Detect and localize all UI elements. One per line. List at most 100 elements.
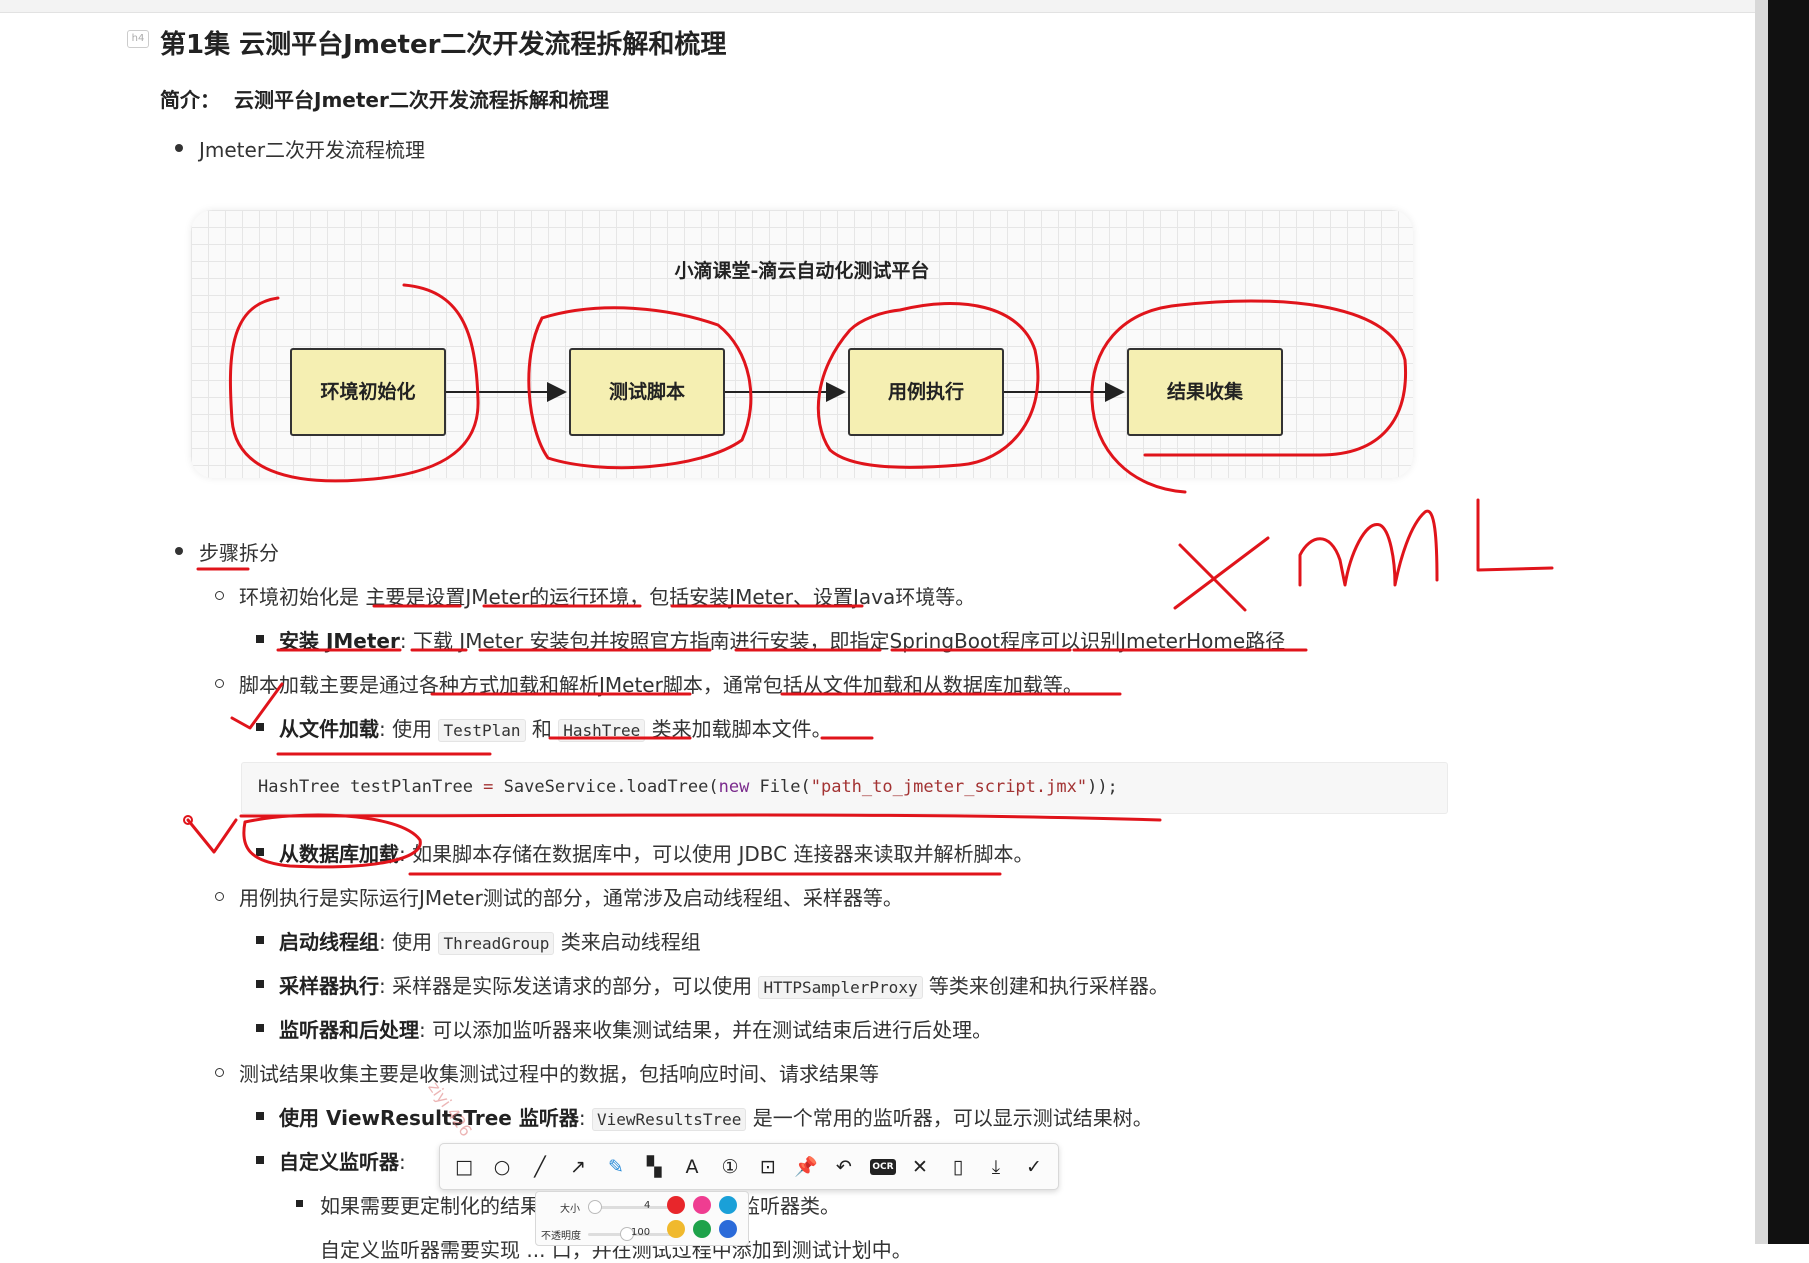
rectangle-tool-icon[interactable]: □ <box>450 1153 478 1181</box>
code-block[interactable]: HashTree testPlanTree = SaveService.load… <box>241 762 1448 814</box>
sub-bold: 从数据库加载 <box>279 842 399 866</box>
size-value: 4 <box>644 1200 651 1211</box>
step-case-exec: 用例执行是实际运行JMeter测试的部分，通常涉及启动线程组、采样器等。 <box>239 886 903 910</box>
sub-pre: : 使用 <box>379 930 439 954</box>
color-swatch[interactable] <box>719 1220 737 1238</box>
sub-rest: 等类来创建和执行采样器。 <box>922 974 1169 998</box>
bullet-square <box>256 848 264 856</box>
bullet-square <box>296 1200 303 1207</box>
bullet-circle <box>215 679 224 688</box>
opacity-label: 不透明度 <box>541 1231 581 1242</box>
scrollbar-track[interactable] <box>1755 0 1768 1244</box>
bullet-square <box>256 635 264 643</box>
sub-rest: : 可以添加监听器来收集测试结果，并在测试结束后进行后处理。 <box>419 1018 993 1042</box>
sub-pre: : 采样器是实际发送请求的部分，可以使用 <box>379 974 759 998</box>
sub-load-file: 从文件加载: 使用 TestPlan 和 HashTree 类来加载脚本文件。 <box>279 713 832 742</box>
page-title: 第1集 云测平台Jmeter二次开发流程拆解和梳理 <box>160 30 727 60</box>
sub-rest: 是一个常用的监听器，可以显示测试结果树。 <box>746 1106 1153 1130</box>
step-script-load: 脚本加载主要是通过各种方式加载和解析JMeter脚本，通常包括从文件加载和从数据… <box>239 673 1083 697</box>
sub-pre: : <box>578 1106 592 1130</box>
inline-code: ViewResultsTree <box>591 1108 747 1131</box>
sub-bold: 安装 JMeter <box>279 629 400 653</box>
sub-bold: 从文件加载 <box>279 717 379 741</box>
diagram-arrows <box>444 382 1125 402</box>
intro-line: 简介： 云测平台Jmeter二次开发流程拆解和梳理 <box>160 84 609 113</box>
sub-bold: 监听器和后处理 <box>279 1018 419 1042</box>
bullet-square <box>256 936 264 944</box>
sub-custom-listener: 自定义监听器: <box>279 1146 406 1175</box>
size-label: 大小 <box>560 1204 580 1215</box>
sub-load-db: 从数据库加载: 如果脚本存储在数据库中，可以使用 JDBC 连接器来读取并解析脚… <box>279 838 1033 867</box>
sub-pre: : 使用 <box>379 717 439 741</box>
box-env-init: 环境初始化 <box>290 348 446 436</box>
document-area: h4 第1集 云测平台Jmeter二次开发流程拆解和梳理 简介： 云测平台Jmet… <box>0 0 1750 1262</box>
sub-install-jmeter: 安装 JMeter: 下载 JMeter 安装包并按照官方指南进行安装，即指定S… <box>279 625 1285 654</box>
undo-tool-icon[interactable]: ↶ <box>830 1153 858 1181</box>
bullet-circle <box>215 591 224 600</box>
pin-image-tool-icon[interactable]: ⊡ <box>754 1153 782 1181</box>
bullet-square <box>256 1112 264 1120</box>
line-tool-icon[interactable]: ╱ <box>526 1153 554 1181</box>
number-tool-icon[interactable]: ① <box>716 1153 744 1181</box>
save-tool-icon[interactable]: ⤓ <box>982 1153 1010 1181</box>
opacity-value: 100 <box>631 1227 651 1238</box>
bullet-dot <box>175 547 183 555</box>
flow-diagram: 小滴课堂-滴云自动化测试平台 环境初始化 测试脚本 用例执行 结果收集 <box>191 210 1413 478</box>
sub-thread-group: 启动线程组: 使用 ThreadGroup 类来启动线程组 <box>279 926 701 955</box>
annotation-toolbar: □ ○ ╱ ↗ ✎ ▚ A ① ⊡ 📌 ↶ OCR ✕ ▯ ⤓ ✓ <box>439 1143 1059 1190</box>
text-tool-icon[interactable]: A <box>678 1153 706 1181</box>
sub-view-results-tree: 使用 ViewResultsTree 监听器: ViewResultsTree … <box>279 1102 1153 1131</box>
size-slider-knob[interactable] <box>588 1200 602 1214</box>
bullet-circle <box>215 1068 224 1077</box>
sub-bold: 自定义监听器 <box>279 1150 399 1174</box>
sub-bold: 使用 ViewResultsTree 监听器 <box>279 1106 579 1130</box>
intro-label: 简介： <box>160 88 220 112</box>
sub-rest: : 下载 JMeter 安装包并按照官方指南进行安装，即指定SpringBoot… <box>399 629 1286 653</box>
color-swatch[interactable] <box>693 1220 711 1238</box>
heading-level-tag: h4 <box>127 30 149 48</box>
pen-settings-panel: 大小 4 不透明度 100 <box>535 1191 749 1246</box>
arrow-tool-icon[interactable]: ↗ <box>564 1153 592 1181</box>
ocr-tool-icon[interactable]: OCR <box>870 1159 896 1175</box>
bullet-steps: 步骤拆分 <box>199 541 279 565</box>
bullet-dot <box>175 144 183 152</box>
intro-text: 云测平台Jmeter二次开发流程拆解和梳理 <box>234 88 609 112</box>
mosaic-tool-icon[interactable]: ▚ <box>640 1153 668 1181</box>
sub-bold: 采样器执行 <box>279 974 379 998</box>
sub-listener: 监听器和后处理: 可以添加监听器来收集测试结果，并在测试结束后进行后处理。 <box>279 1014 992 1043</box>
scroll-capture-tool-icon[interactable]: ▯ <box>944 1153 972 1181</box>
step-env-init: 环境初始化是 主要是设置JMeter的运行环境，包括安装JMeter、设置Jav… <box>239 585 976 609</box>
box-result-collect: 结果收集 <box>1127 348 1283 436</box>
ellipse-tool-icon[interactable]: ○ <box>488 1153 516 1181</box>
sub-mid: 和 <box>525 717 559 741</box>
bullet-circle <box>215 892 224 901</box>
inline-code: TestPlan <box>438 719 526 742</box>
bullet-square <box>256 1024 264 1032</box>
pin-tool-icon[interactable]: 📌 <box>792 1153 820 1181</box>
bullet-jmeter-flow: Jmeter二次开发流程梳理 <box>199 138 426 162</box>
bullet-square <box>256 1156 264 1164</box>
color-swatch[interactable] <box>667 1220 685 1238</box>
bullet-square <box>256 723 264 731</box>
inline-code: HashTree <box>558 719 646 742</box>
close-tool-icon[interactable]: ✕ <box>906 1153 934 1181</box>
inline-code: HTTPSamplerProxy <box>758 976 923 999</box>
sub-bold: 启动线程组 <box>279 930 379 954</box>
pen-tool-icon[interactable]: ✎ <box>602 1153 630 1181</box>
color-swatch[interactable] <box>719 1196 737 1214</box>
screen-edge <box>1768 0 1809 1244</box>
color-swatch[interactable] <box>693 1196 711 1214</box>
color-swatch[interactable] <box>667 1196 685 1214</box>
sub-rest: 类来启动线程组 <box>554 930 701 954</box>
confirm-tool-icon[interactable]: ✓ <box>1020 1153 1048 1181</box>
sub-rest: : <box>399 1150 406 1174</box>
sub-rest: : 如果脚本存储在数据库中，可以使用 JDBC 连接器来读取并解析脚本。 <box>399 842 1034 866</box>
inline-code: ThreadGroup <box>438 932 555 955</box>
sub-sampler: 采样器执行: 采样器是实际发送请求的部分，可以使用 HTTPSamplerPro… <box>279 970 1169 999</box>
step-result-collect: 测试结果收集主要是收集测试过程中的数据，包括响应时间、请求结果等 <box>239 1062 879 1086</box>
box-case-exec: 用例执行 <box>848 348 1004 436</box>
box-test-script: 测试脚本 <box>569 348 725 436</box>
sub-rest: 类来加载脚本文件。 <box>645 717 832 741</box>
code-line: HashTree testPlanTree = SaveService.load… <box>258 777 1118 797</box>
bullet-square <box>256 980 264 988</box>
